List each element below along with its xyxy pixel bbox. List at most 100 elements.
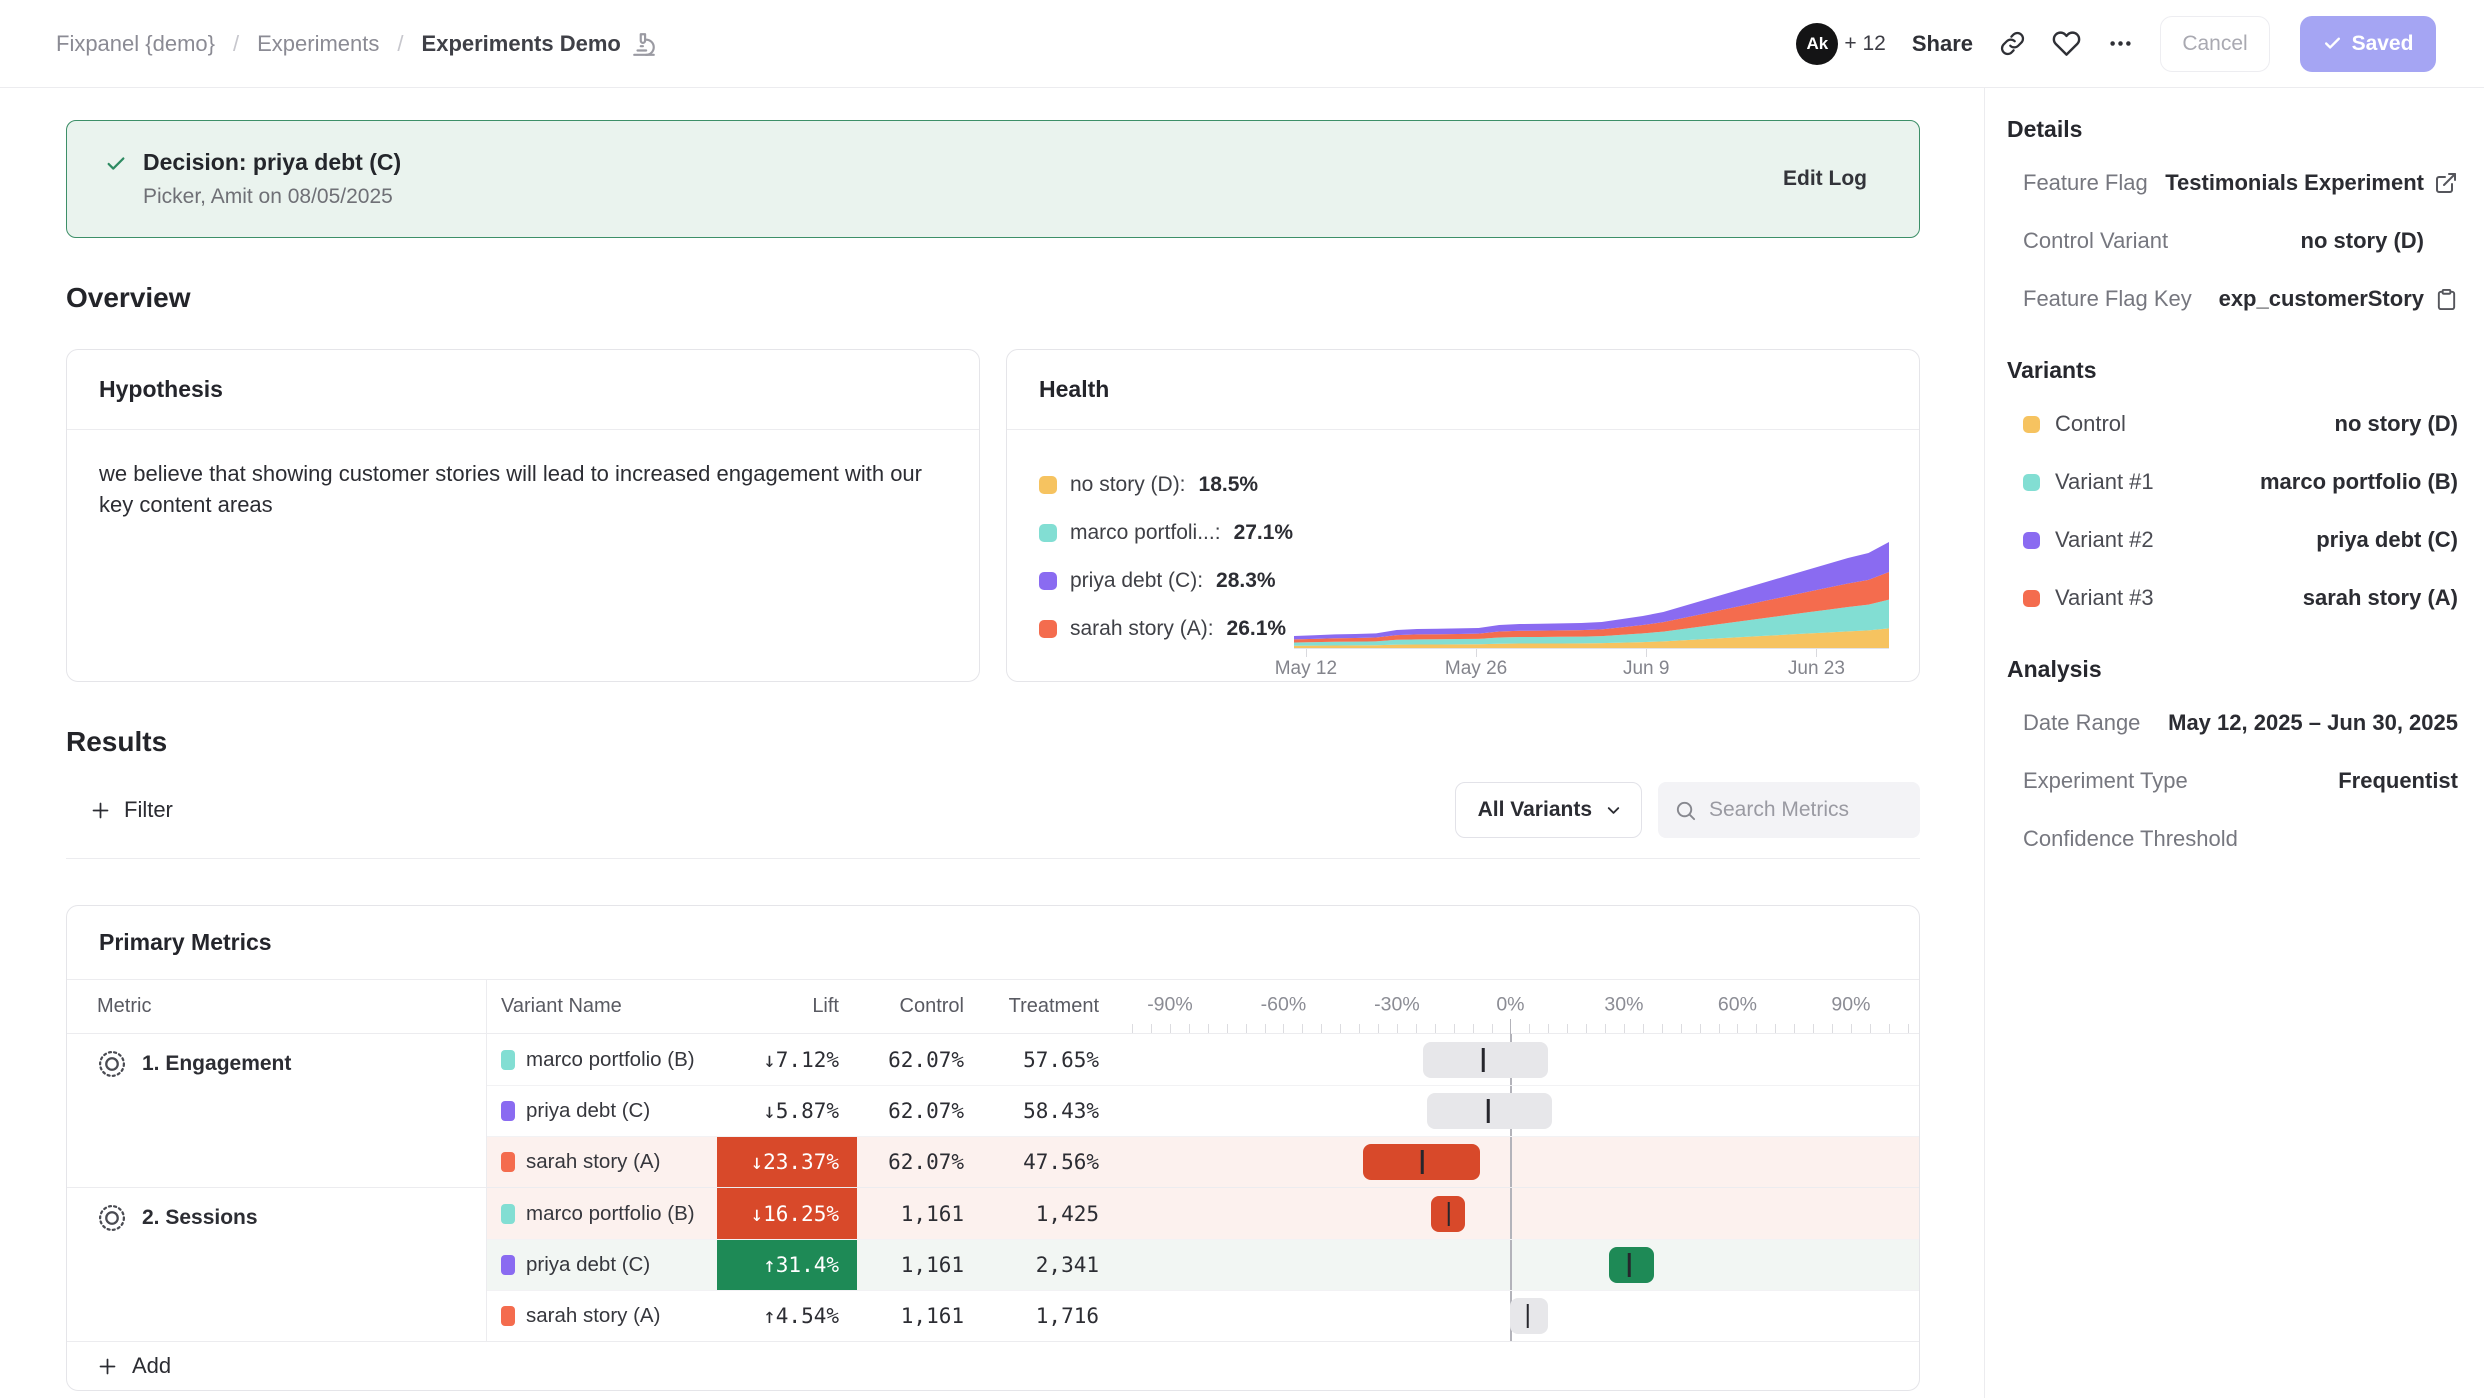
table-header: Metric Variant Name Lift Control Treatme… bbox=[67, 979, 1919, 1034]
legend-swatch bbox=[1039, 524, 1057, 542]
col-variant-name: Variant Name bbox=[487, 980, 717, 1033]
chevron-down-icon bbox=[1604, 801, 1623, 820]
add-metric-button[interactable]: Add bbox=[67, 1342, 1919, 1390]
edit-log-button[interactable]: Edit Log bbox=[1783, 167, 1867, 191]
analysis-section: Analysis Date Range May 12, 2025 – Jun 3… bbox=[2007, 656, 2458, 855]
analysis-row: Date Range May 12, 2025 – Jun 30, 2025 bbox=[2007, 707, 2458, 739]
table-row[interactable]: marco portfolio (B) ↓16.25% 1,161 1,425 bbox=[487, 1188, 1919, 1239]
lift-value-positive: ↑31.4% bbox=[717, 1240, 857, 1290]
variant-name: priya debt (C) bbox=[526, 1099, 650, 1123]
table-row[interactable]: priya debt (C) ↓5.87% 62.07% 58.43% bbox=[487, 1085, 1919, 1136]
saved-label: Saved bbox=[2352, 32, 2414, 56]
details-section: Details Feature Flag Testimonials Experi… bbox=[2007, 116, 2458, 315]
table-row[interactable]: priya debt (C) ↑31.4% 1,161 2,341 bbox=[487, 1239, 1919, 1290]
search-metrics-input[interactable] bbox=[1709, 798, 1904, 822]
control-value: 1,161 bbox=[857, 1240, 982, 1290]
treatment-value: 2,341 bbox=[982, 1240, 1117, 1290]
saved-button[interactable]: Saved bbox=[2300, 16, 2436, 72]
details-sidebar: Details Feature Flag Testimonials Experi… bbox=[1984, 88, 2484, 1398]
more-options-icon[interactable] bbox=[2107, 30, 2134, 57]
metric-group-sessions: 2. Sessions marco portfolio (B) ↓16.25% … bbox=[67, 1188, 1919, 1342]
variant-label: Variant #2 bbox=[2055, 527, 2154, 553]
control-variant-value: no story (D) bbox=[2168, 228, 2424, 254]
analysis-row: Confidence Threshold bbox=[2007, 823, 2458, 855]
favorite-heart-icon[interactable] bbox=[2052, 29, 2081, 58]
health-stacked-area-chart: May 12May 26Jun 9Jun 23 bbox=[1294, 456, 1893, 682]
health-legend: no story (D): 18.5% marco portfoli...: 2… bbox=[1039, 456, 1294, 682]
ci-cell bbox=[1117, 1188, 1919, 1239]
collaborators[interactable]: Ak + 12 bbox=[1796, 23, 1885, 65]
hypothesis-title: Hypothesis bbox=[67, 350, 979, 430]
overview-heading: Overview bbox=[66, 282, 1920, 314]
page-title: Experiments Demo bbox=[422, 31, 621, 57]
variants-dropdown[interactable]: All Variants bbox=[1455, 782, 1642, 838]
variants-section: Variants Control no story (D) Variant #1… bbox=[2007, 357, 2458, 614]
top-bar: Fixpanel {demo} / Experiments / Experime… bbox=[0, 0, 2484, 88]
analysis-heading: Analysis bbox=[2007, 656, 2458, 683]
lift-value-negative: ↓16.25% bbox=[717, 1188, 857, 1239]
decision-banner: Decision: priya debt (C) Picker, Amit on… bbox=[66, 120, 1920, 238]
detail-row: Control Variant no story (D) bbox=[2007, 225, 2458, 257]
detail-label: Control Variant bbox=[2007, 228, 2168, 254]
avatar[interactable]: Ak bbox=[1796, 23, 1838, 65]
legend-swatch bbox=[1039, 476, 1057, 494]
variant-value: no story (D) bbox=[2126, 411, 2458, 437]
variant-swatch bbox=[2023, 590, 2040, 607]
variant-swatch bbox=[2023, 474, 2040, 491]
table-row[interactable]: sarah story (A) ↓23.37% 62.07% 47.56% bbox=[487, 1136, 1919, 1187]
legend-item: no story (D): 18.5% bbox=[1039, 470, 1294, 500]
analysis-label: Confidence Threshold bbox=[2007, 826, 2238, 852]
variant-swatch bbox=[501, 1255, 515, 1275]
breadcrumb-root[interactable]: Fixpanel {demo} bbox=[56, 31, 215, 57]
variant-swatch bbox=[501, 1050, 515, 1070]
variant-swatch bbox=[2023, 532, 2040, 549]
breadcrumb-section[interactable]: Experiments bbox=[257, 31, 379, 57]
results-toolbar: Filter All Variants bbox=[66, 782, 1920, 859]
metric-name: 1. Engagement bbox=[142, 1049, 291, 1076]
stacked-area-svg bbox=[1294, 536, 1889, 648]
breadcrumb-separator: / bbox=[233, 31, 239, 57]
col-control: Control bbox=[857, 980, 982, 1033]
experiment-page: Fixpanel {demo} / Experiments / Experime… bbox=[0, 0, 2484, 1398]
ci-cell bbox=[1117, 1240, 1919, 1290]
primary-metrics-card: Primary Metrics Metric Variant Name Lift… bbox=[66, 905, 1920, 1391]
variant-label: Variant #3 bbox=[2055, 585, 2154, 611]
detail-row: Feature Flag Key exp_customerStory bbox=[2007, 283, 2458, 315]
clipboard-copy-icon[interactable] bbox=[2424, 288, 2458, 311]
metric-cell: 1. Engagement bbox=[67, 1034, 487, 1187]
decision-subtitle: Picker, Amit on 08/05/2025 bbox=[143, 185, 1783, 209]
health-x-axis: May 12May 26Jun 9Jun 23 bbox=[1294, 648, 1889, 682]
variants-heading: Variants bbox=[2007, 357, 2458, 384]
share-button[interactable]: Share bbox=[1912, 31, 1973, 57]
variant-name: marco portfolio (B) bbox=[526, 1202, 695, 1226]
table-row[interactable]: marco portfolio (B) ↓7.12% 62.07% 57.65% bbox=[487, 1034, 1919, 1085]
variant-name: marco portfolio (B) bbox=[526, 1048, 695, 1072]
add-filter-button[interactable]: Filter bbox=[66, 797, 173, 823]
collaborator-count: + 12 bbox=[1844, 32, 1885, 56]
metric-goal-icon bbox=[97, 1203, 127, 1233]
cancel-button[interactable]: Cancel bbox=[2160, 16, 2270, 72]
search-icon bbox=[1674, 799, 1697, 822]
variant-name: priya debt (C) bbox=[526, 1253, 650, 1277]
treatment-value: 58.43% bbox=[982, 1086, 1117, 1136]
breadcrumb: Fixpanel {demo} / Experiments / Experime… bbox=[56, 31, 657, 57]
ci-cell bbox=[1117, 1034, 1919, 1085]
variant-swatch bbox=[501, 1152, 515, 1172]
copy-link-icon[interactable] bbox=[1999, 30, 2026, 57]
feature-flag-value: Testimonials Experiment bbox=[2148, 170, 2424, 196]
legend-swatch bbox=[1039, 620, 1057, 638]
legend-item: priya debt (C): 28.3% bbox=[1039, 566, 1294, 596]
table-row[interactable]: sarah story (A) ↑4.54% 1,161 1,716 bbox=[487, 1290, 1919, 1341]
col-lift: Lift bbox=[717, 980, 857, 1033]
axis-ruler bbox=[1117, 1019, 1919, 1033]
health-title: Health bbox=[1007, 350, 1919, 430]
external-link-icon[interactable] bbox=[2424, 171, 2458, 195]
check-icon bbox=[105, 153, 127, 180]
variant-row: Variant #1 marco portfolio (B) bbox=[2007, 466, 2458, 498]
details-heading: Details bbox=[2007, 116, 2458, 143]
col-treatment: Treatment bbox=[982, 980, 1117, 1033]
lift-value-negative: ↓23.37% bbox=[717, 1137, 857, 1187]
variant-row: Variant #2 priya debt (C) bbox=[2007, 524, 2458, 556]
detail-label: Feature Flag bbox=[2007, 170, 2148, 196]
decision-title: Decision: priya debt (C) bbox=[143, 149, 1783, 176]
